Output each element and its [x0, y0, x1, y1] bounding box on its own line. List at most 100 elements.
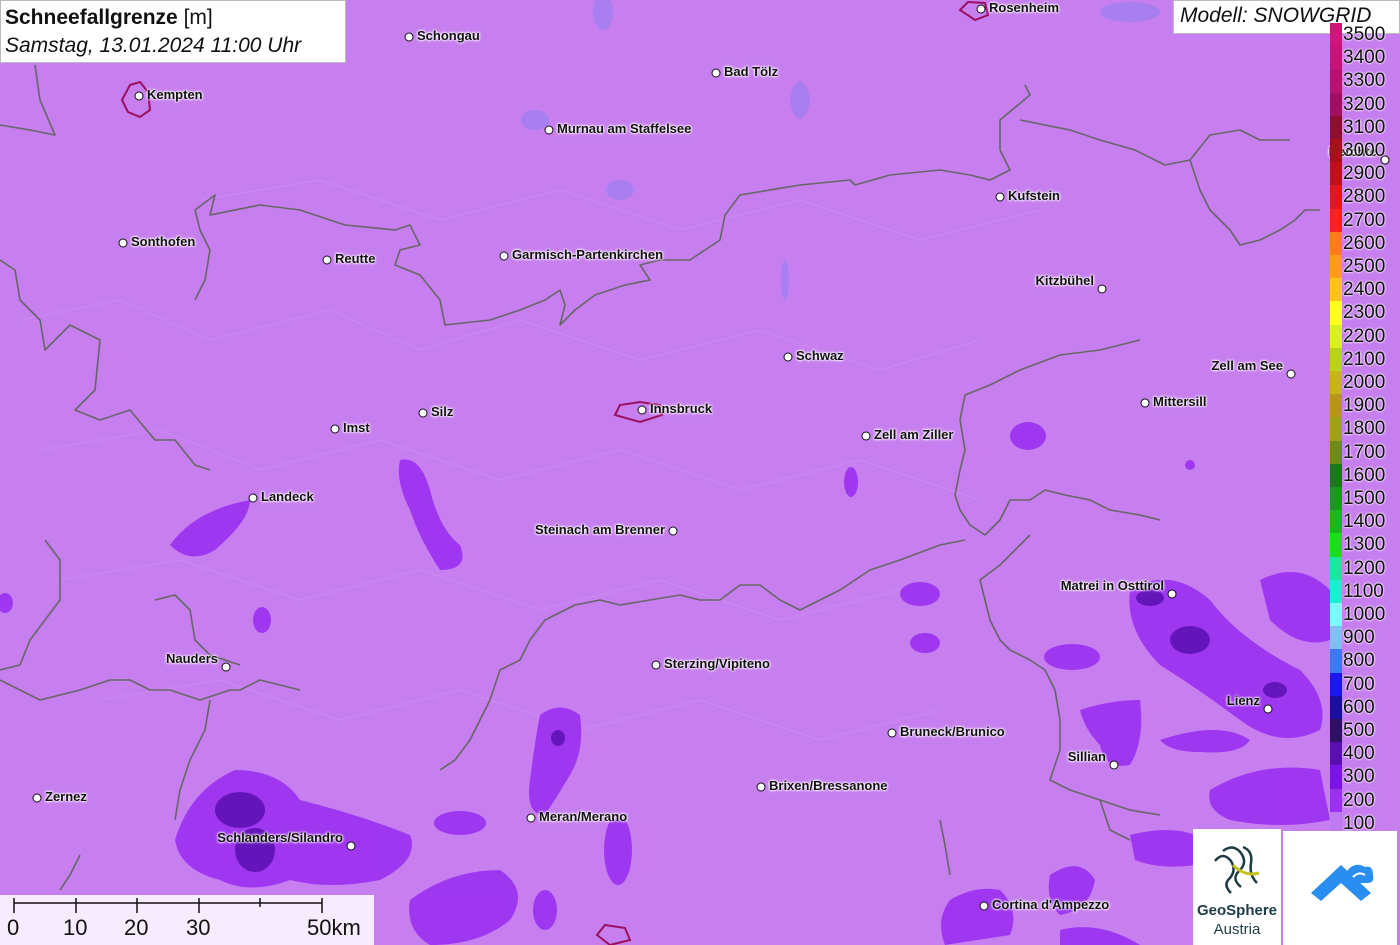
city-marker[interactable]	[1097, 284, 1107, 294]
city-marker[interactable]	[221, 662, 231, 672]
city-label[interactable]: Zernez	[45, 789, 87, 804]
city-marker[interactable]	[118, 238, 128, 248]
legend-label: 3400	[1343, 47, 1386, 69]
city-label[interactable]: Innsbruck	[650, 401, 712, 416]
city-label[interactable]: Murnau am Staffelsee	[557, 121, 691, 136]
city-label[interactable]: Nauders	[166, 651, 218, 666]
legend-label: 3500	[1343, 24, 1386, 45]
legend-row: 3100	[1328, 115, 1400, 139]
city-marker[interactable]	[1263, 704, 1273, 714]
legend-swatch	[1330, 255, 1342, 279]
city-label[interactable]: Schlanders/Silandro	[217, 830, 343, 845]
legend-row: 2300	[1328, 301, 1400, 325]
city-label[interactable]: Rosenheim	[989, 0, 1059, 15]
city-marker[interactable]	[668, 526, 678, 536]
city-marker[interactable]	[322, 255, 332, 265]
city-label[interactable]: Reutte	[335, 251, 375, 266]
scale-bar: 0 10 20 30 50km	[0, 895, 374, 945]
city-label[interactable]: Imst	[343, 420, 370, 435]
legend-row: 400	[1328, 742, 1400, 766]
city-marker[interactable]	[979, 901, 989, 911]
city-marker[interactable]	[995, 192, 1005, 202]
legend-swatch	[1330, 788, 1342, 812]
city-label[interactable]: Silz	[431, 404, 453, 419]
city-marker[interactable]	[651, 660, 661, 670]
legend-row: 2600	[1328, 231, 1400, 255]
city-marker[interactable]	[248, 493, 258, 503]
city-marker[interactable]	[783, 352, 793, 362]
legend-row: 900	[1328, 626, 1400, 650]
legend-swatch	[1330, 371, 1342, 395]
city-label[interactable]: Sterzing/Vipiteno	[664, 656, 770, 671]
snowfall-map[interactable]	[0, 0, 1400, 945]
snowgrid-logo[interactable]	[1283, 831, 1397, 945]
city-marker[interactable]	[1109, 760, 1119, 770]
city-marker[interactable]	[499, 251, 509, 261]
city-marker[interactable]	[32, 793, 42, 803]
city-label[interactable]: Schwaz	[796, 348, 844, 363]
legend-swatch	[1330, 162, 1342, 186]
legend-label: 800	[1343, 650, 1375, 672]
legend-label: 1400	[1343, 511, 1386, 533]
legend-label: 2900	[1343, 163, 1386, 185]
city-marker[interactable]	[637, 405, 647, 415]
legend-label: 1200	[1343, 557, 1386, 579]
city-marker[interactable]	[1167, 589, 1177, 599]
city-label[interactable]: Sonthofen	[131, 234, 195, 249]
city-label[interactable]: Bad Tölz	[724, 64, 778, 79]
legend-label: 2800	[1343, 186, 1386, 208]
legend-label: 2700	[1343, 209, 1386, 231]
scale-label-0: 0	[7, 915, 20, 940]
geosphere-swirl-icon	[1214, 845, 1260, 894]
legend-row: 2100	[1328, 347, 1400, 371]
legend-row: 1700	[1328, 440, 1400, 464]
legend-row: 3300	[1328, 69, 1400, 93]
city-label[interactable]: Landeck	[261, 489, 314, 504]
legend-row: 1500	[1328, 487, 1400, 511]
legend-swatch	[1330, 742, 1342, 766]
city-marker[interactable]	[418, 408, 428, 418]
geosphere-logo[interactable]: GeoSphere Austria	[1193, 829, 1281, 945]
city-label[interactable]: Meran/Merano	[539, 809, 627, 824]
city-label[interactable]: Sillian	[1068, 749, 1106, 764]
scale-label-10: 10	[63, 915, 88, 940]
legend-swatch	[1330, 92, 1342, 116]
city-marker[interactable]	[1140, 398, 1150, 408]
legend-row: 2500	[1328, 255, 1400, 279]
city-label[interactable]: Matrei in Osttirol	[1061, 578, 1164, 593]
legend-label: 2400	[1343, 279, 1386, 301]
city-marker[interactable]	[346, 841, 356, 851]
legend-swatch	[1330, 649, 1342, 673]
city-label[interactable]: Kempten	[147, 87, 203, 102]
city-label[interactable]: Lienz	[1227, 693, 1260, 708]
legend-row: 800	[1328, 649, 1400, 673]
city-label[interactable]: Schongau	[417, 28, 480, 43]
legend-swatch	[1330, 626, 1342, 650]
city-label[interactable]: Kitzbühel	[1036, 273, 1095, 288]
city-marker[interactable]	[1286, 369, 1296, 379]
city-marker[interactable]	[330, 424, 340, 434]
city-label[interactable]: Garmisch-Partenkirchen	[512, 247, 663, 262]
city-marker[interactable]	[711, 68, 721, 78]
city-marker[interactable]	[526, 813, 536, 823]
city-label[interactable]: Bruneck/Brunico	[900, 724, 1005, 739]
city-marker[interactable]	[861, 431, 871, 441]
legend-label: 2200	[1343, 325, 1386, 347]
legend-label: 1500	[1343, 488, 1386, 509]
scale-label-50km: 50km	[307, 915, 361, 940]
city-marker[interactable]	[134, 91, 144, 101]
city-marker[interactable]	[756, 782, 766, 792]
city-label[interactable]: Mittersill	[1153, 394, 1206, 409]
city-marker[interactable]	[976, 4, 986, 14]
legend-label: 1100	[1343, 580, 1384, 602]
city-label[interactable]: Kufstein	[1008, 188, 1060, 203]
city-label[interactable]: Zell am Ziller	[874, 427, 953, 442]
city-marker[interactable]	[404, 32, 414, 42]
city-label[interactable]: Steinach am Brenner	[535, 522, 665, 537]
city-marker[interactable]	[887, 728, 897, 738]
city-marker[interactable]	[544, 125, 554, 135]
city-label[interactable]: Cortina d'Ampezzo	[992, 897, 1109, 912]
city-label[interactable]: Brixen/Bressanone	[769, 778, 888, 793]
city-label[interactable]: Zell am See	[1211, 358, 1283, 373]
legend-label: 1800	[1343, 418, 1386, 440]
